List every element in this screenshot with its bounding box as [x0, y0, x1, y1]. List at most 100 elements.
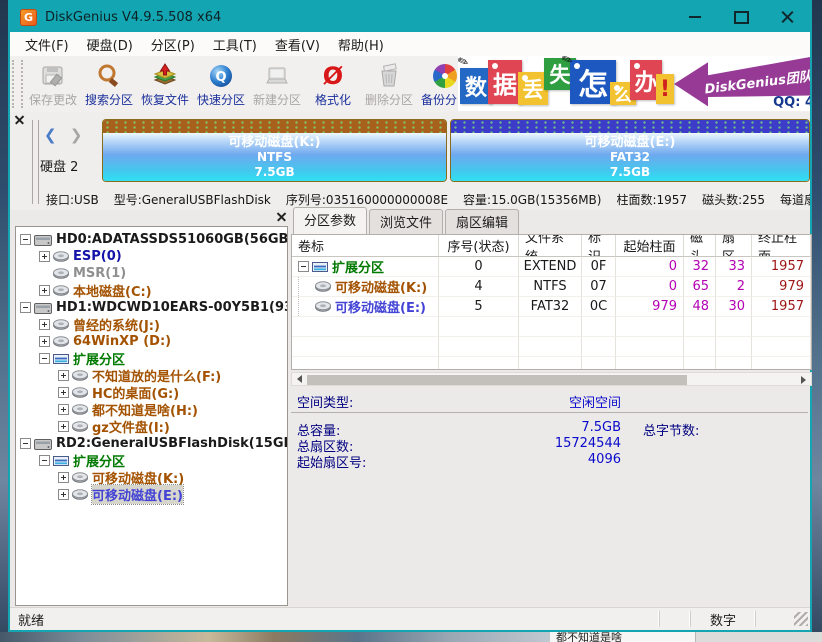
- tree-item-4[interactable]: HD1:WDCWD10EARS-00Y5B1(932GB): [16, 299, 287, 316]
- toolbar-button-recover[interactable]: 恢复文件: [137, 56, 193, 112]
- hard-disk-icon: [34, 437, 52, 451]
- table-row-1[interactable]: 可移动磁盘(K:)4NTFS070652979: [292, 277, 811, 297]
- table-row-0[interactable]: 扩展分区0EXTEND0F032331957: [292, 257, 811, 277]
- expand-icon[interactable]: [39, 319, 50, 330]
- tree-item-11[interactable]: gz文件盘(I:): [16, 418, 287, 435]
- menu-item-3[interactable]: 工具(T): [204, 32, 266, 57]
- tree-item-9[interactable]: HC的桌面(G:): [16, 384, 287, 401]
- tree-item-15[interactable]: 可移动磁盘(E:): [16, 486, 287, 503]
- tree-item-12[interactable]: RD2:GeneralUSBFlashDisk(15GB): [16, 435, 287, 452]
- toolbar-button-label: 搜索分区: [85, 91, 133, 108]
- delete-partition-icon: [375, 63, 403, 90]
- expand-icon[interactable]: [58, 370, 69, 381]
- drive-icon: [72, 370, 88, 381]
- tree-close-icon[interactable]: [277, 212, 286, 221]
- tree-item-0[interactable]: HD0:ADATASSDS51060GB(56GB): [16, 231, 287, 248]
- extended-partition-icon: [312, 261, 328, 273]
- maximize-button[interactable]: [718, 2, 764, 32]
- empty-cell: [752, 337, 811, 357]
- scrollbar-thumb[interactable]: [307, 375, 687, 385]
- menu-item-1[interactable]: 硬盘(D): [78, 32, 142, 57]
- collapse-icon[interactable]: [298, 261, 309, 272]
- empty-cell: [616, 337, 684, 357]
- toolbar: 保存更改搜索分区恢复文件Q快速分区新建分区Ø格式化删除分区备份分区 数据丢失怎么…: [10, 56, 810, 113]
- expand-icon[interactable]: [58, 404, 69, 415]
- expand-icon[interactable]: [58, 489, 69, 500]
- toolbar-button-search[interactable]: 搜索分区: [81, 56, 137, 112]
- empty-cell: [716, 357, 752, 370]
- tab-2[interactable]: 扇区编辑: [445, 209, 519, 234]
- horizontal-scrollbar[interactable]: [291, 372, 812, 386]
- column-header-4[interactable]: 起始柱面: [616, 235, 684, 257]
- column-header-7[interactable]: 终止柱面: [752, 235, 811, 257]
- menu-item-5[interactable]: 帮助(H): [329, 32, 393, 57]
- detail-row-1: 总扇区数:15724544: [291, 436, 812, 452]
- expand-icon[interactable]: [58, 421, 69, 432]
- toolbar-grip[interactable]: [12, 60, 23, 108]
- cell-sector: 30: [716, 297, 752, 317]
- tree-item-1[interactable]: ESP(0): [16, 248, 287, 265]
- tree-item-3[interactable]: 本地磁盘(C:): [16, 282, 287, 299]
- empty-cell: [752, 317, 811, 337]
- menu-item-4[interactable]: 查看(V): [266, 32, 329, 57]
- tree-item-13[interactable]: 扩展分区: [16, 452, 287, 469]
- desktop-grey-fragment: [695, 632, 822, 642]
- partition-block-1[interactable]: 可移动磁盘(E:) FAT32 7.5GB: [450, 119, 810, 182]
- expand-icon[interactable]: [39, 251, 50, 262]
- collapse-icon[interactable]: [20, 438, 31, 449]
- column-header-2[interactable]: 文件系统: [519, 235, 582, 257]
- title-bar: G DiskGenius V4.9.5.508 x64: [10, 2, 810, 32]
- scroll-left-arrow-icon[interactable]: [292, 373, 306, 385]
- ad-banner[interactable]: 数据丢失怎么办!✎✎ DiskGenius团队 QQ: 4: [458, 56, 810, 111]
- toolbar-button-format[interactable]: Ø格式化: [305, 56, 361, 112]
- column-header-6[interactable]: 扇区: [716, 235, 752, 257]
- drive-icon: [72, 387, 88, 398]
- tab-bar: 分区参数浏览文件扇区编辑: [291, 212, 812, 234]
- collapse-icon[interactable]: [39, 455, 50, 466]
- collapse-icon[interactable]: [20, 302, 31, 313]
- cell-fs: EXTEND: [519, 257, 582, 277]
- empty-cell: [439, 317, 519, 337]
- tab-1[interactable]: 浏览文件: [369, 209, 443, 234]
- cell-fs: NTFS: [519, 277, 582, 297]
- collapse-icon[interactable]: [39, 353, 50, 364]
- tree-item-10[interactable]: 都不知道是啥(H:): [16, 401, 287, 418]
- toolbar-button-quick-partition[interactable]: Q快速分区: [193, 56, 249, 112]
- menu-item-2[interactable]: 分区(P): [142, 32, 204, 57]
- toolbar-button-delete-partition: 删除分区: [361, 56, 417, 112]
- ad-tile-7: !: [656, 74, 674, 104]
- tree-item-5[interactable]: 曾经的系统(J:): [16, 316, 287, 333]
- partition-block-0[interactable]: 可移动磁盘(K:) NTFS 7.5GB: [102, 119, 447, 182]
- tree-item-2[interactable]: MSR(1): [16, 265, 287, 282]
- expand-icon[interactable]: [58, 387, 69, 398]
- expand-icon[interactable]: [58, 472, 69, 483]
- tree-item-8[interactable]: 不知道放的是什么(F:): [16, 367, 287, 384]
- table-header-row: 卷标序号(状态)文件系统标识起始柱面磁头扇区终止柱面: [292, 235, 811, 257]
- panel-splitter[interactable]: [32, 120, 39, 204]
- tab-0[interactable]: 分区参数: [293, 207, 367, 234]
- menu-item-0[interactable]: 文件(F): [16, 32, 78, 57]
- resize-grip[interactable]: [794, 612, 808, 626]
- extended-partition-icon: [53, 353, 69, 365]
- expand-icon[interactable]: [39, 285, 50, 296]
- status-text: 就绪: [10, 610, 659, 629]
- tree-item-label: HD0:ADATASSDS51060GB(56GB): [56, 232, 288, 247]
- tree-item-6[interactable]: 64WinXP (D:): [16, 333, 287, 350]
- column-header-1[interactable]: 序号(状态): [439, 235, 519, 257]
- column-header-5[interactable]: 磁头: [684, 235, 716, 257]
- empty-cell: [716, 337, 752, 357]
- partition-name: 可移动磁盘(E:): [585, 135, 676, 151]
- table-row-2[interactable]: 可移动磁盘(E:)5FAT320C97948301957: [292, 297, 811, 317]
- column-header-3[interactable]: 标识: [582, 235, 616, 257]
- collapse-icon[interactable]: [20, 234, 31, 245]
- column-header-0[interactable]: 卷标: [292, 235, 439, 257]
- next-disk-arrow-icon[interactable]: ❯: [70, 126, 87, 144]
- tree-item-14[interactable]: 可移动磁盘(K:): [16, 469, 287, 486]
- panel-close-icon[interactable]: [15, 115, 24, 124]
- expand-icon[interactable]: [39, 336, 50, 347]
- prev-disk-arrow-icon[interactable]: ❮: [44, 126, 61, 144]
- minimize-button[interactable]: [672, 2, 718, 32]
- tree-item-7[interactable]: 扩展分区: [16, 350, 287, 367]
- scroll-right-arrow-icon[interactable]: [796, 374, 810, 386]
- close-button[interactable]: [764, 2, 810, 32]
